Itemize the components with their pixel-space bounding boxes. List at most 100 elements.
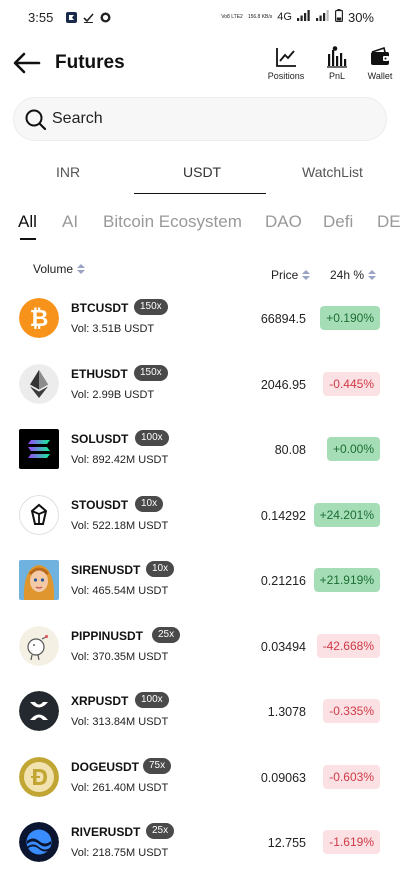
leverage-badge: 100x [135, 430, 169, 446]
battery-percent: 30% [347, 9, 374, 25]
sort-icon [302, 270, 311, 280]
symbol: SOLUSDT [71, 432, 129, 446]
app-header: Futures Positions PnL Wallet [0, 40, 400, 88]
list-item[interactable]: DOGEUSDT 75x Vol: 261.40M USDT 0.09063 -… [0, 745, 400, 811]
list-item[interactable]: ETHUSDT 150x Vol: 2.99B USDT 2046.95 -0.… [0, 352, 400, 418]
category-dao[interactable]: DAO [265, 212, 302, 232]
status-bar: 3:55 Vo8 LTE2 156.8 KB/s 4G 30% [0, 0, 400, 34]
volume: Vol: 465.54M USDT [71, 585, 169, 597]
tab-usdt[interactable]: USDT [183, 164, 221, 180]
change-badge: -42.668% [316, 633, 380, 658]
signal-icon [296, 10, 311, 24]
change-header-label: 24h % [330, 268, 365, 282]
volume: Vol: 3.51B USDT [71, 323, 155, 335]
price: 0.03494 [260, 639, 306, 654]
price-header-label: Price [271, 268, 299, 282]
change-sort-header[interactable]: 24h % [330, 268, 377, 282]
volume: Vol: 370.35M USDT [71, 650, 169, 663]
wallet-label: Wallet [367, 71, 393, 81]
symbol: ETHUSDT [71, 366, 128, 381]
change-badge: -0.445% [323, 371, 380, 396]
search-placeholder: Search [52, 110, 103, 127]
category-defi[interactable]: Defi [323, 212, 353, 232]
volume-header-label: Volume [33, 262, 74, 276]
bitcoin-icon: ₿ [19, 298, 59, 338]
change-badge: -0.603% [323, 764, 380, 789]
sto-icon [19, 494, 59, 535]
symbol: DOGEUSDT [71, 759, 140, 774]
svg-text:₿: ₿ [30, 306, 49, 332]
tab-inr[interactable]: INR [56, 164, 80, 180]
category-de[interactable]: DE [377, 212, 400, 232]
category-filter-bar: All AI Bitcoin Ecosystem DAO Defi DE [0, 210, 400, 246]
network-speed: 156.8 KB/s [247, 13, 273, 20]
positions-label: Positions [267, 71, 305, 81]
network-type: 4G [277, 11, 292, 23]
search-icon [25, 109, 47, 131]
arrow-left-icon [13, 52, 41, 74]
pnl-button[interactable]: PnL [314, 46, 360, 81]
status-time: 3:55 [28, 10, 54, 25]
sort-icon [368, 270, 377, 280]
network-label: Vo8 LTE2 [221, 13, 243, 20]
positions-button[interactable]: Positions [263, 46, 309, 81]
category-all[interactable]: All [18, 212, 37, 232]
change-badge: -0.335% [323, 699, 380, 723]
list-item[interactable]: SOLUSDT 100x Vol: 892.42M USDT 80.08 +0.… [0, 417, 400, 483]
xrp-icon [19, 691, 59, 731]
active-category-indicator [20, 238, 36, 240]
app-notification-icon [66, 10, 77, 23]
volume: Vol: 218.75M USDT [71, 847, 169, 859]
price: 80.08 [274, 443, 306, 457]
volume: Vol: 261.40M USDT [71, 781, 169, 794]
symbol: SIRENUSDT [71, 563, 141, 577]
leverage-badge: 10x [146, 561, 175, 577]
change-badge: -1.619% [323, 830, 380, 854]
symbol: STOUSDT [71, 497, 129, 512]
solana-icon [19, 429, 59, 469]
symbol: BTCUSDT [71, 301, 129, 315]
wallet-button[interactable]: Wallet [357, 46, 400, 81]
leverage-badge: 25x [146, 823, 175, 839]
volume: Vol: 892.42M USDT [71, 454, 169, 466]
leverage-badge: 25x [152, 626, 181, 643]
list-item[interactable]: ₿ BTCUSDT 150x Vol: 3.51B USDT 66894.5 +… [0, 286, 400, 352]
tab-watchlist[interactable]: WatchList [302, 164, 363, 180]
sort-icon [77, 264, 86, 274]
change-badge: +0.00% [326, 437, 380, 461]
leverage-badge: 75x [143, 757, 172, 774]
category-bitcoin-ecosystem[interactable]: Bitcoin Ecosystem [103, 212, 242, 232]
price: 0.21216 [260, 574, 306, 588]
checkmark-notification-icon [83, 10, 94, 23]
bar-chart-icon [327, 46, 347, 68]
symbol: XRPUSDT [71, 694, 129, 708]
list-item[interactable]: PIPPINUSDT 25x Vol: 370.35M USDT 0.03494… [0, 614, 400, 680]
list-item[interactable]: STOUSDT 10x Vol: 522.18M USDT 0.14292 +2… [0, 483, 400, 549]
market-tabs: INR USDT WatchList [0, 158, 400, 194]
leverage-badge: 150x [134, 299, 168, 315]
volume: Vol: 2.99B USDT [71, 388, 155, 401]
river-icon [19, 822, 59, 862]
change-badge: +21.919% [313, 568, 380, 592]
price: 2046.95 [260, 377, 306, 392]
search-input[interactable]: Search [13, 97, 387, 141]
volume: Vol: 522.18M USDT [71, 519, 169, 532]
change-badge: +0.190% [320, 306, 380, 330]
status-right-group: Vo8 LTE2 156.8 KB/s 4G 30% [221, 9, 374, 25]
volume-sort-header[interactable]: Volume [33, 262, 86, 276]
doge-icon [19, 756, 59, 797]
leverage-badge: 10x [135, 495, 164, 512]
wallet-icon [371, 46, 389, 65]
price-sort-header[interactable]: Price [271, 268, 311, 282]
price: 12.755 [267, 836, 306, 850]
signal-icon-2 [315, 10, 330, 24]
list-item[interactable]: XRPUSDT 100x Vol: 313.84M USDT 1.3078 -0… [0, 679, 400, 745]
list-item[interactable]: RIVERUSDT 25x Vol: 218.75M USDT 12.755 -… [0, 810, 400, 876]
status-notification-icons [66, 10, 111, 23]
price: 1.3078 [267, 705, 306, 719]
list-item[interactable]: SIRENUSDT 10x Vol: 465.54M USDT 0.21216 … [0, 548, 400, 614]
category-ai[interactable]: AI [62, 212, 78, 232]
leverage-badge: 150x [134, 364, 168, 381]
price: 66894.5 [260, 312, 306, 326]
back-button[interactable] [12, 48, 42, 78]
